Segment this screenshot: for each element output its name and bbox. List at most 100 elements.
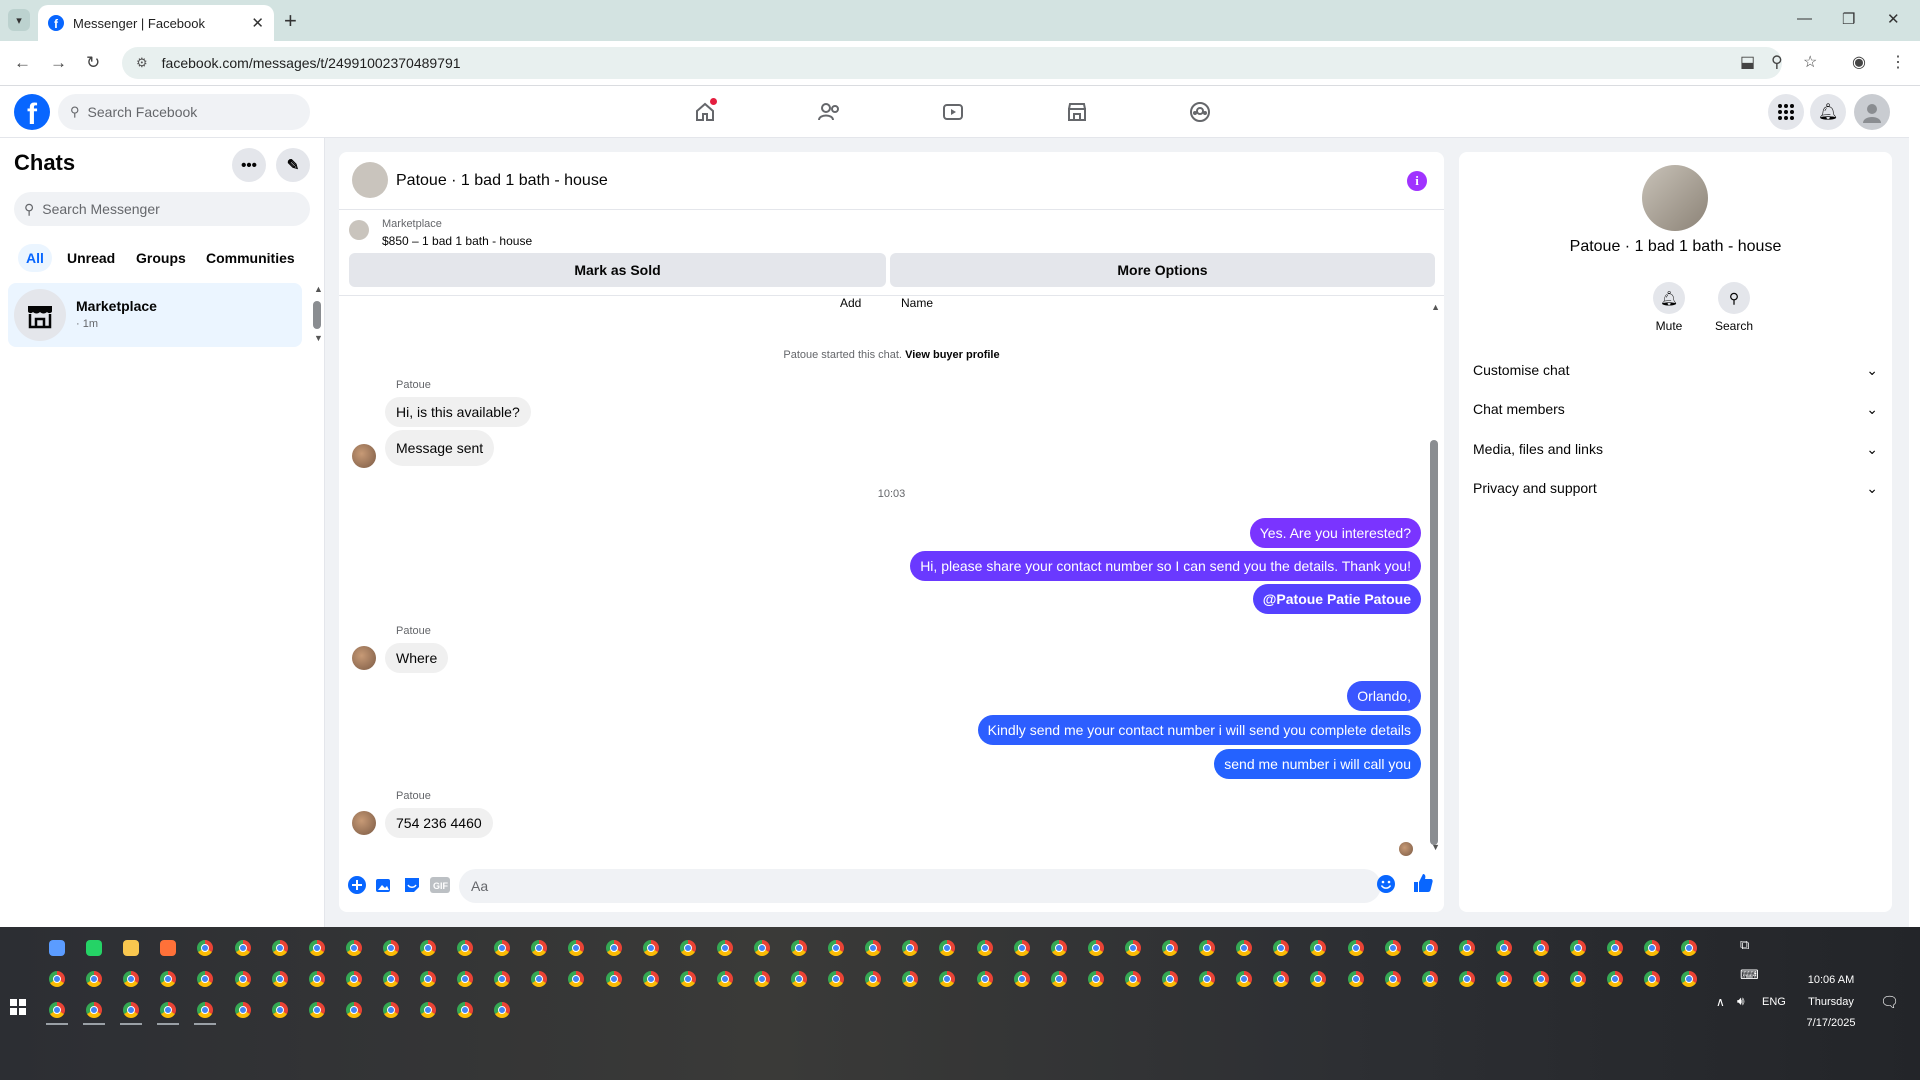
incoming-message[interactable]: Message sent: [385, 430, 495, 466]
chrome-window-icon[interactable]: [939, 940, 956, 956]
sender-avatar[interactable]: [352, 811, 376, 835]
section-media-files-links[interactable]: Media, files and links ⌄: [1473, 441, 1878, 458]
facebook-logo-icon[interactable]: f: [14, 94, 50, 130]
chrome-window-icon[interactable]: [420, 971, 436, 987]
chrome-window-icon[interactable]: [568, 971, 585, 987]
browser-tab-messenger[interactable]: f Messenger | Facebook ✕: [38, 5, 274, 41]
chrome-window-icon[interactable]: [271, 940, 288, 956]
messenger-search-input[interactable]: ⚲ Search Messenger: [14, 192, 310, 226]
tray-day[interactable]: Thursday: [1800, 996, 1862, 1008]
chrome-window-icon[interactable]: [494, 1002, 511, 1018]
chrome-window-icon[interactable]: [1236, 940, 1253, 956]
browser-menu-icon[interactable]: ⋮: [1890, 52, 1906, 72]
chrome-window-icon[interactable]: [1050, 971, 1067, 987]
tab-close-icon[interactable]: ✕: [251, 14, 264, 32]
chrome-window-icon[interactable]: [1607, 971, 1624, 987]
chrome-window-icon[interactable]: [345, 940, 362, 956]
chrome-window-icon[interactable]: [939, 971, 956, 987]
friends-nav-icon[interactable]: [809, 96, 849, 128]
chrome-window-icon[interactable]: [1533, 940, 1549, 956]
chrome-window-icon[interactable]: [457, 1002, 474, 1018]
chrome-window-icon[interactable]: [234, 971, 251, 987]
notifications-bell-icon[interactable]: 🔔︎: [1810, 94, 1846, 130]
chrome-window-icon[interactable]: [1644, 971, 1661, 987]
outgoing-message[interactable]: Orlando,: [1347, 681, 1421, 711]
windows-start-icon[interactable]: [10, 999, 26, 1020]
filter-groups[interactable]: Groups: [136, 250, 186, 266]
facebook-search-input[interactable]: ⚲ Search Facebook: [58, 94, 310, 130]
chrome-window-icon[interactable]: [49, 1002, 65, 1018]
outgoing-message[interactable]: Hi, please share your contact number so …: [910, 551, 1421, 581]
chrome-window-icon[interactable]: [123, 971, 140, 987]
chrome-window-icon[interactable]: [1570, 971, 1587, 987]
chrome-window-icon[interactable]: [160, 971, 177, 987]
chrome-window-icon[interactable]: [1162, 940, 1178, 956]
plus-circle-icon[interactable]: [347, 875, 367, 895]
chrome-window-icon[interactable]: [902, 940, 919, 956]
chrome-window-icon[interactable]: [753, 971, 770, 987]
chrome-window-icon[interactable]: [494, 940, 511, 956]
chrome-window-icon[interactable]: [1607, 940, 1624, 956]
chrome-window-icon[interactable]: [1013, 940, 1030, 956]
chrome-window-icon[interactable]: [531, 971, 548, 987]
chrome-window-icon[interactable]: [234, 940, 251, 956]
copilot-icon[interactable]: [49, 940, 65, 956]
chrome-window-icon[interactable]: [1681, 971, 1698, 987]
emoji-icon[interactable]: [1377, 875, 1395, 893]
file-explorer-icon[interactable]: [123, 940, 140, 956]
chrome-window-icon[interactable]: [828, 940, 845, 956]
chrome-window-icon[interactable]: [457, 940, 474, 956]
chrome-window-icon[interactable]: [1347, 940, 1364, 956]
new-tab-icon[interactable]: +: [284, 8, 297, 34]
firefox-icon[interactable]: [160, 940, 177, 956]
chrome-window-icon[interactable]: [271, 971, 288, 987]
chrome-window-icon[interactable]: [1013, 971, 1030, 987]
chat-list-item[interactable]: Marketplace · 1m: [8, 283, 302, 347]
chrome-window-icon[interactable]: [234, 1002, 251, 1018]
site-info-icon[interactable]: ⚙: [136, 55, 148, 71]
chrome-window-icon[interactable]: [1681, 940, 1698, 956]
chrome-window-icon[interactable]: [420, 1002, 436, 1018]
chrome-window-icon[interactable]: [1162, 971, 1178, 987]
chrome-window-icon[interactable]: [791, 971, 807, 987]
chrome-window-icon[interactable]: [1644, 940, 1661, 956]
chrome-window-icon[interactable]: [716, 940, 733, 956]
sidebar-scrollbar[interactable]: [313, 301, 321, 329]
chrome-window-icon[interactable]: [308, 940, 325, 956]
account-avatar-icon[interactable]: [1854, 94, 1890, 130]
scroll-down-arrow-icon[interactable]: ▼: [1431, 842, 1440, 852]
chrome-window-icon[interactable]: [679, 971, 696, 987]
chrome-window-icon[interactable]: [1273, 971, 1290, 987]
chrome-window-icon[interactable]: [494, 971, 511, 987]
tray-meet-icon[interactable]: ⧉: [1740, 937, 1749, 953]
chrome-window-icon[interactable]: [1273, 940, 1290, 956]
menu-grid-icon[interactable]: [1768, 94, 1804, 130]
more-options-button[interactable]: More Options: [890, 253, 1435, 287]
groups-nav-icon[interactable]: [1180, 96, 1220, 128]
chrome-window-icon[interactable]: [1421, 940, 1438, 956]
chrome-window-icon[interactable]: [160, 1002, 177, 1018]
zoom-icon[interactable]: ⚲: [1771, 52, 1783, 72]
message-input[interactable]: Aa: [459, 869, 1381, 903]
search-action[interactable]: ⚲ Search: [1704, 282, 1764, 333]
chrome-window-icon[interactable]: [345, 971, 362, 987]
bookmark-star-icon[interactable]: ☆: [1803, 52, 1817, 72]
listing-price-title[interactable]: $850 – 1 bad 1 bath - house: [382, 234, 532, 248]
info-panel-avatar[interactable]: [1642, 165, 1708, 231]
chrome-window-icon[interactable]: [197, 971, 214, 987]
page-scrollbar[interactable]: [1909, 86, 1920, 927]
incoming-message[interactable]: 754 236 4460: [385, 808, 493, 838]
section-customise-chat[interactable]: Customise chat ⌄: [1473, 362, 1878, 379]
tray-date[interactable]: 7/17/2025: [1800, 1017, 1862, 1029]
chrome-window-icon[interactable]: [1087, 971, 1104, 987]
chrome-window-icon[interactable]: [1199, 971, 1216, 987]
chrome-window-icon[interactable]: [1421, 971, 1438, 987]
chrome-window-icon[interactable]: [976, 971, 993, 987]
section-privacy-support[interactable]: Privacy and support ⌄: [1473, 480, 1878, 497]
scroll-up-arrow-icon[interactable]: ▲: [1431, 302, 1440, 312]
chrome-window-icon[interactable]: [568, 940, 585, 956]
chrome-window-icon[interactable]: [791, 940, 807, 956]
chrome-window-icon[interactable]: [902, 971, 919, 987]
chrome-window-icon[interactable]: [716, 971, 733, 987]
window-close-icon[interactable]: ✕: [1887, 10, 1900, 28]
